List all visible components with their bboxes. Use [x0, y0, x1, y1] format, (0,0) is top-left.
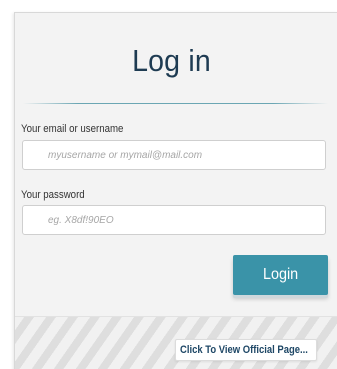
footer-stripes: Click To View Official Page... [15, 316, 337, 369]
page: Log in Your email or username Your passw… [0, 0, 337, 369]
password-field[interactable] [22, 205, 326, 235]
email-label: Your email or username [21, 123, 124, 135]
view-official-page-label: Click To View Official Page... [180, 344, 308, 356]
title-divider [23, 103, 328, 104]
login-card: Log in Your email or username Your passw… [14, 12, 337, 369]
view-official-page-link[interactable]: Click To View Official Page... [175, 339, 317, 361]
email-field[interactable] [22, 140, 326, 170]
login-button-label: Login [262, 266, 299, 283]
login-button[interactable]: Login [233, 255, 328, 295]
page-title: Log in [132, 43, 211, 78]
password-label: Your password [21, 189, 85, 201]
